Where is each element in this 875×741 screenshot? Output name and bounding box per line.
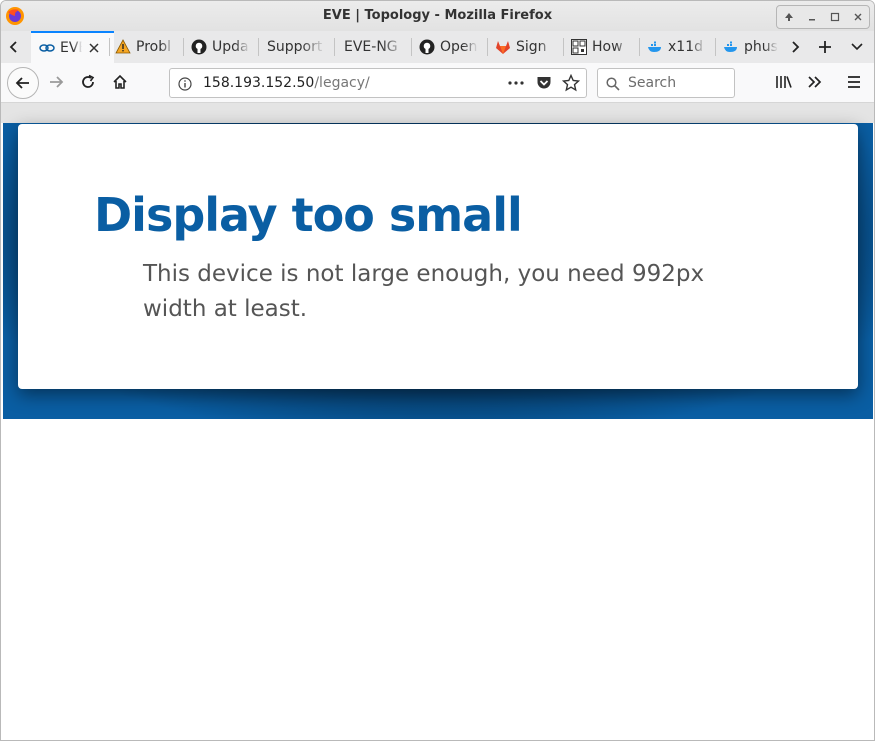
library-button[interactable]	[773, 71, 795, 93]
tab-separator	[109, 38, 110, 56]
tab-scroll-right-button[interactable]	[784, 36, 806, 58]
bookmark-star-button[interactable]	[562, 74, 580, 92]
tab-update[interactable]: Upda	[191, 31, 253, 63]
page-heading: Display too small	[94, 188, 523, 242]
tab-label: How	[592, 39, 623, 55]
browser-window: EVE | Topology - Mozilla Firefox EVE	[0, 0, 875, 741]
arrow-left-icon	[15, 77, 29, 89]
chevron-right-icon	[792, 41, 800, 53]
reload-icon	[82, 74, 95, 88]
close-window-button[interactable]	[849, 8, 867, 26]
tab-separator	[258, 38, 259, 56]
window-title: EVE | Topology - Mozilla Firefox	[322, 8, 553, 23]
tab-scroll-left-button[interactable]	[3, 36, 25, 58]
tab-close-button[interactable]	[86, 40, 102, 56]
keep-above-button[interactable]	[780, 8, 798, 26]
hamburger-menu-icon	[848, 76, 860, 88]
tab-label: Support	[267, 39, 323, 55]
message-card: Display too small This device is not lar…	[18, 124, 858, 389]
tab-eve-ng[interactable]: EVE-NG	[344, 31, 410, 63]
maximize-icon	[830, 12, 839, 22]
tab-label: Probl	[136, 39, 171, 55]
url-bar[interactable]: 158.193.152.50/legacy/	[169, 68, 587, 98]
all-tabs-button[interactable]	[846, 36, 868, 58]
url-text[interactable]: 158.193.152.50/legacy/	[203, 75, 370, 91]
star-icon	[562, 74, 580, 92]
close-icon	[89, 43, 99, 53]
docker-icon	[647, 39, 663, 55]
chevron-left-icon	[9, 41, 17, 53]
warning-icon	[115, 39, 131, 55]
tab-label: phus	[744, 39, 778, 55]
more-dots-icon	[508, 81, 524, 85]
tab-separator	[411, 38, 412, 56]
page-message: This device is not large enough, you nee…	[143, 261, 705, 322]
close-icon	[854, 13, 861, 21]
minimize-button[interactable]	[803, 8, 821, 26]
navigation-bar: 158.193.152.50/legacy/	[1, 63, 874, 103]
tab-label: EVE	[60, 40, 82, 56]
tab-sign-in[interactable]: Sign	[495, 31, 557, 63]
page-content: Display too small This device is not lar…	[1, 103, 874, 740]
tab-separator	[487, 38, 488, 56]
plus-icon	[819, 41, 831, 53]
tab-separator	[334, 38, 335, 56]
window-controls	[776, 5, 870, 29]
tab-separator	[563, 38, 564, 56]
tab-separator	[183, 38, 184, 56]
new-tab-button[interactable]	[814, 36, 836, 58]
pocket-button[interactable]	[535, 74, 553, 92]
tab-support[interactable]: Support	[267, 31, 329, 63]
keep-above-icon	[784, 13, 793, 21]
github-icon	[191, 39, 207, 55]
tab-label: EVE-NG	[344, 39, 398, 55]
page-actions-button[interactable]	[507, 74, 525, 92]
search-icon	[606, 76, 620, 91]
tab-eve[interactable]: EVE	[31, 31, 114, 63]
docker-icon	[723, 39, 739, 55]
library-icon	[776, 76, 792, 88]
back-button[interactable]	[7, 67, 39, 99]
site-info-icon[interactable]	[178, 76, 192, 91]
tab-label: x11d	[668, 39, 703, 55]
tab-how[interactable]: How	[571, 31, 633, 63]
chevron-down-icon	[851, 43, 863, 51]
qr-icon	[571, 39, 587, 55]
maximize-button[interactable]	[826, 8, 844, 26]
url-host: 158.193.152.50	[203, 75, 315, 91]
tab-label: Upda	[212, 39, 249, 55]
overflow-menu-button[interactable]	[804, 71, 826, 93]
tab-label: Open	[440, 39, 478, 55]
reload-button[interactable]	[77, 71, 99, 93]
tab-strip: EVE Probl Upda Support EVE-NG	[1, 31, 874, 63]
url-path: /legacy/	[314, 75, 370, 91]
page-top-strip	[1, 103, 874, 123]
home-icon	[113, 74, 127, 89]
minimize-icon	[808, 19, 815, 21]
tab-separator	[715, 38, 716, 56]
tab-open[interactable]: Open	[419, 31, 481, 63]
tab-label: Sign	[516, 39, 547, 55]
tab-x11d[interactable]: x11d	[647, 31, 709, 63]
home-button[interactable]	[109, 71, 131, 93]
github-icon	[419, 39, 435, 55]
chevrons-right-icon	[808, 76, 822, 88]
tab-phusion[interactable]: phus	[723, 31, 779, 63]
tab-separator	[639, 38, 640, 56]
search-bar[interactable]	[597, 68, 735, 98]
eve-icon	[39, 40, 55, 56]
forward-button[interactable]	[45, 71, 67, 93]
pocket-icon	[537, 77, 551, 89]
arrow-right-icon	[50, 76, 64, 88]
app-menu-button[interactable]	[843, 71, 865, 93]
gitlab-icon	[495, 39, 511, 55]
search-input[interactable]	[628, 73, 728, 93]
title-bar: EVE | Topology - Mozilla Firefox	[1, 1, 874, 31]
tab-problem[interactable]: Probl	[115, 31, 179, 63]
